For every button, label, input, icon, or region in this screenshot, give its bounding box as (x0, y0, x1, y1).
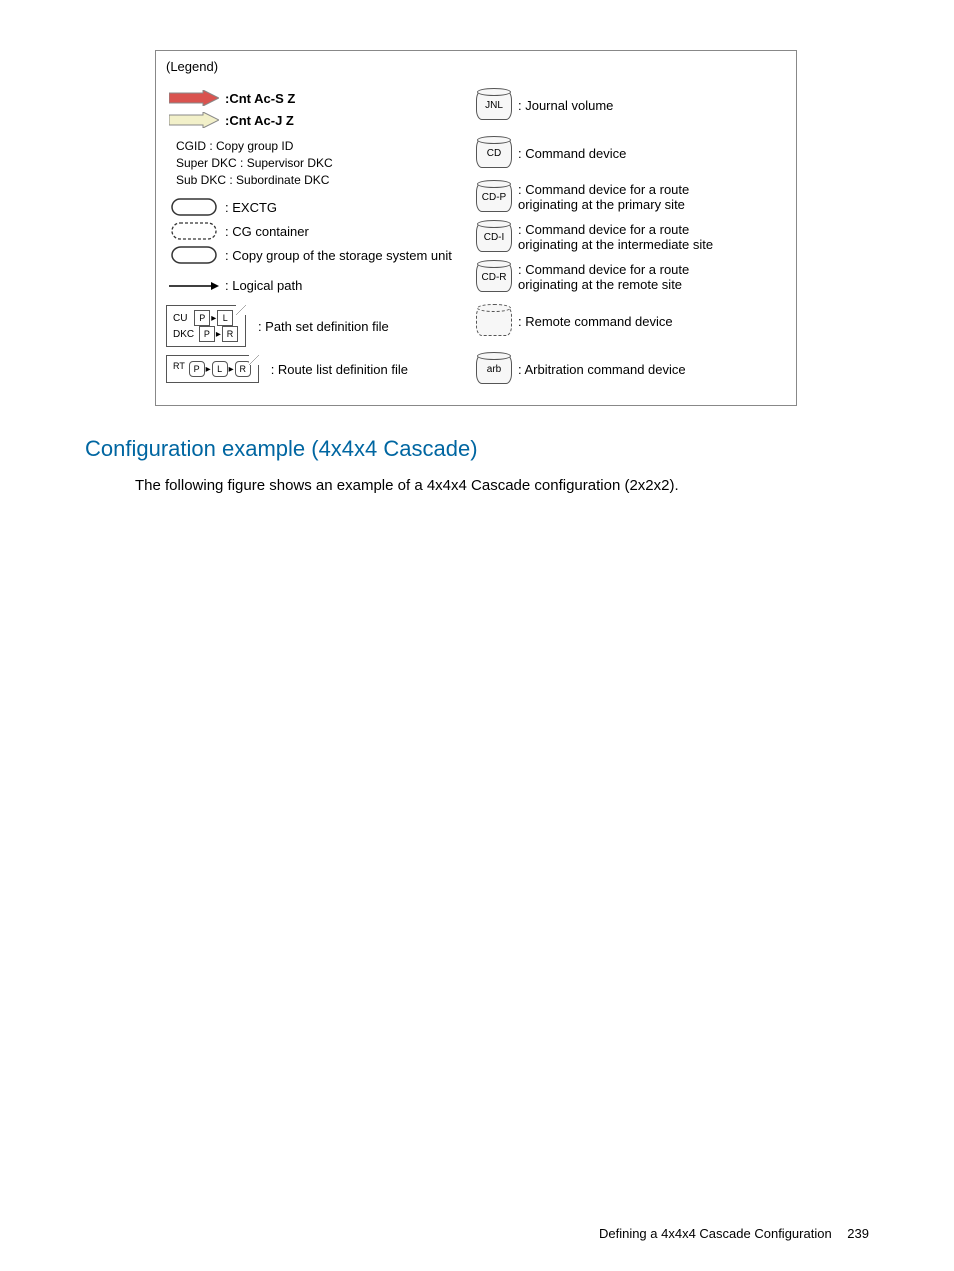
rounded-rect-icon (166, 198, 221, 216)
legend-label: : Command device (518, 146, 626, 161)
legend-box: (Legend) :Cnt Ac-S Z :Cnt Ac-J Z (155, 50, 797, 406)
legend-label: : Path set definition file (258, 319, 389, 334)
legend-label: : Copy group of the storage system unit (225, 248, 452, 263)
cylinder-icon: CD (476, 138, 512, 168)
legend-text: Sub DKC : Subordinate DKC (176, 172, 476, 189)
legend-label: :Cnt Ac-J Z (225, 113, 294, 128)
route-list-file-icon: RT P▸L▸R (166, 355, 259, 383)
legend-item-cdr: CD-R : Command device for a route origin… (476, 262, 786, 292)
legend-item-remote-cd: : Remote command device (476, 306, 786, 336)
cylinder-icon: JNL (476, 90, 512, 120)
legend-label: : Journal volume (518, 98, 613, 113)
legend-label: : Arbitration command device (518, 362, 686, 377)
legend-item-path-set-file: CU P▸L DKC P▸R : Path set definition fil… (166, 305, 476, 347)
legend-item-route-list-file: RT P▸L▸R : Route list definition file (166, 355, 476, 383)
legend-right-column: JNL : Journal volume CD : Command device… (476, 84, 786, 390)
dashed-cylinder-icon (476, 306, 512, 336)
legend-label: : Command device for a route originating… (518, 182, 718, 212)
legend-text-lines: CGID : Copy group ID Super DKC : Supervi… (176, 138, 476, 188)
cylinder-icon: CD-R (476, 262, 512, 292)
cylinder-icon: arb (476, 354, 512, 384)
page-footer: Defining a 4x4x4 Cascade Configuration 2… (599, 1226, 869, 1241)
legend-title: (Legend) (166, 59, 786, 74)
legend-label: : Logical path (225, 278, 302, 293)
red-arrow-icon (166, 90, 221, 106)
legend-left-column: :Cnt Ac-S Z :Cnt Ac-J Z CGID : Copy grou… (166, 84, 476, 390)
legend-item-cnt-ac-s: :Cnt Ac-S Z (166, 90, 476, 106)
legend-text: CGID : Copy group ID (176, 138, 476, 155)
legend-item-cdi: CD-I : Command device for a route origin… (476, 222, 786, 252)
cylinder-icon: CD-P (476, 182, 512, 212)
legend-item-logical-path: : Logical path (166, 278, 476, 293)
legend-label: : Remote command device (518, 314, 673, 329)
legend-label: : CG container (225, 224, 309, 239)
legend-label: :Cnt Ac-S Z (225, 91, 295, 106)
legend-item-cd: CD : Command device (476, 138, 786, 168)
document-page: (Legend) :Cnt Ac-S Z :Cnt Ac-J Z (0, 0, 954, 1271)
body-paragraph: The following figure shows an example of… (135, 477, 869, 494)
legend-item-exctg: : EXCTG (166, 198, 476, 216)
legend-label: : Command device for a route originating… (518, 262, 718, 292)
legend-item-jnl: JNL : Journal volume (476, 90, 786, 120)
legend-text: Super DKC : Supervisor DKC (176, 155, 476, 172)
section-heading: Configuration example (4x4x4 Cascade) (85, 436, 869, 462)
legend-item-cg-container: : CG container (166, 222, 476, 240)
page-number: 239 (847, 1226, 869, 1241)
oval-icon (166, 246, 221, 264)
yellow-arrow-icon (166, 112, 221, 128)
legend-label: : Command device for a route originating… (518, 222, 738, 252)
dashed-rounded-rect-icon (166, 222, 221, 240)
legend-item-copy-group: : Copy group of the storage system unit (166, 246, 476, 264)
legend-label: : EXCTG (225, 200, 277, 215)
arrow-line-icon (166, 280, 221, 292)
legend-item-arb: arb : Arbitration command device (476, 354, 786, 384)
footer-section: Defining a 4x4x4 Cascade Configuration (599, 1226, 832, 1241)
legend-item-cdp: CD-P : Command device for a route origin… (476, 182, 786, 212)
legend-item-cnt-ac-j: :Cnt Ac-J Z (166, 112, 476, 128)
path-set-file-icon: CU P▸L DKC P▸R (166, 305, 246, 347)
legend-label: : Route list definition file (271, 362, 408, 377)
cylinder-icon: CD-I (476, 222, 512, 252)
